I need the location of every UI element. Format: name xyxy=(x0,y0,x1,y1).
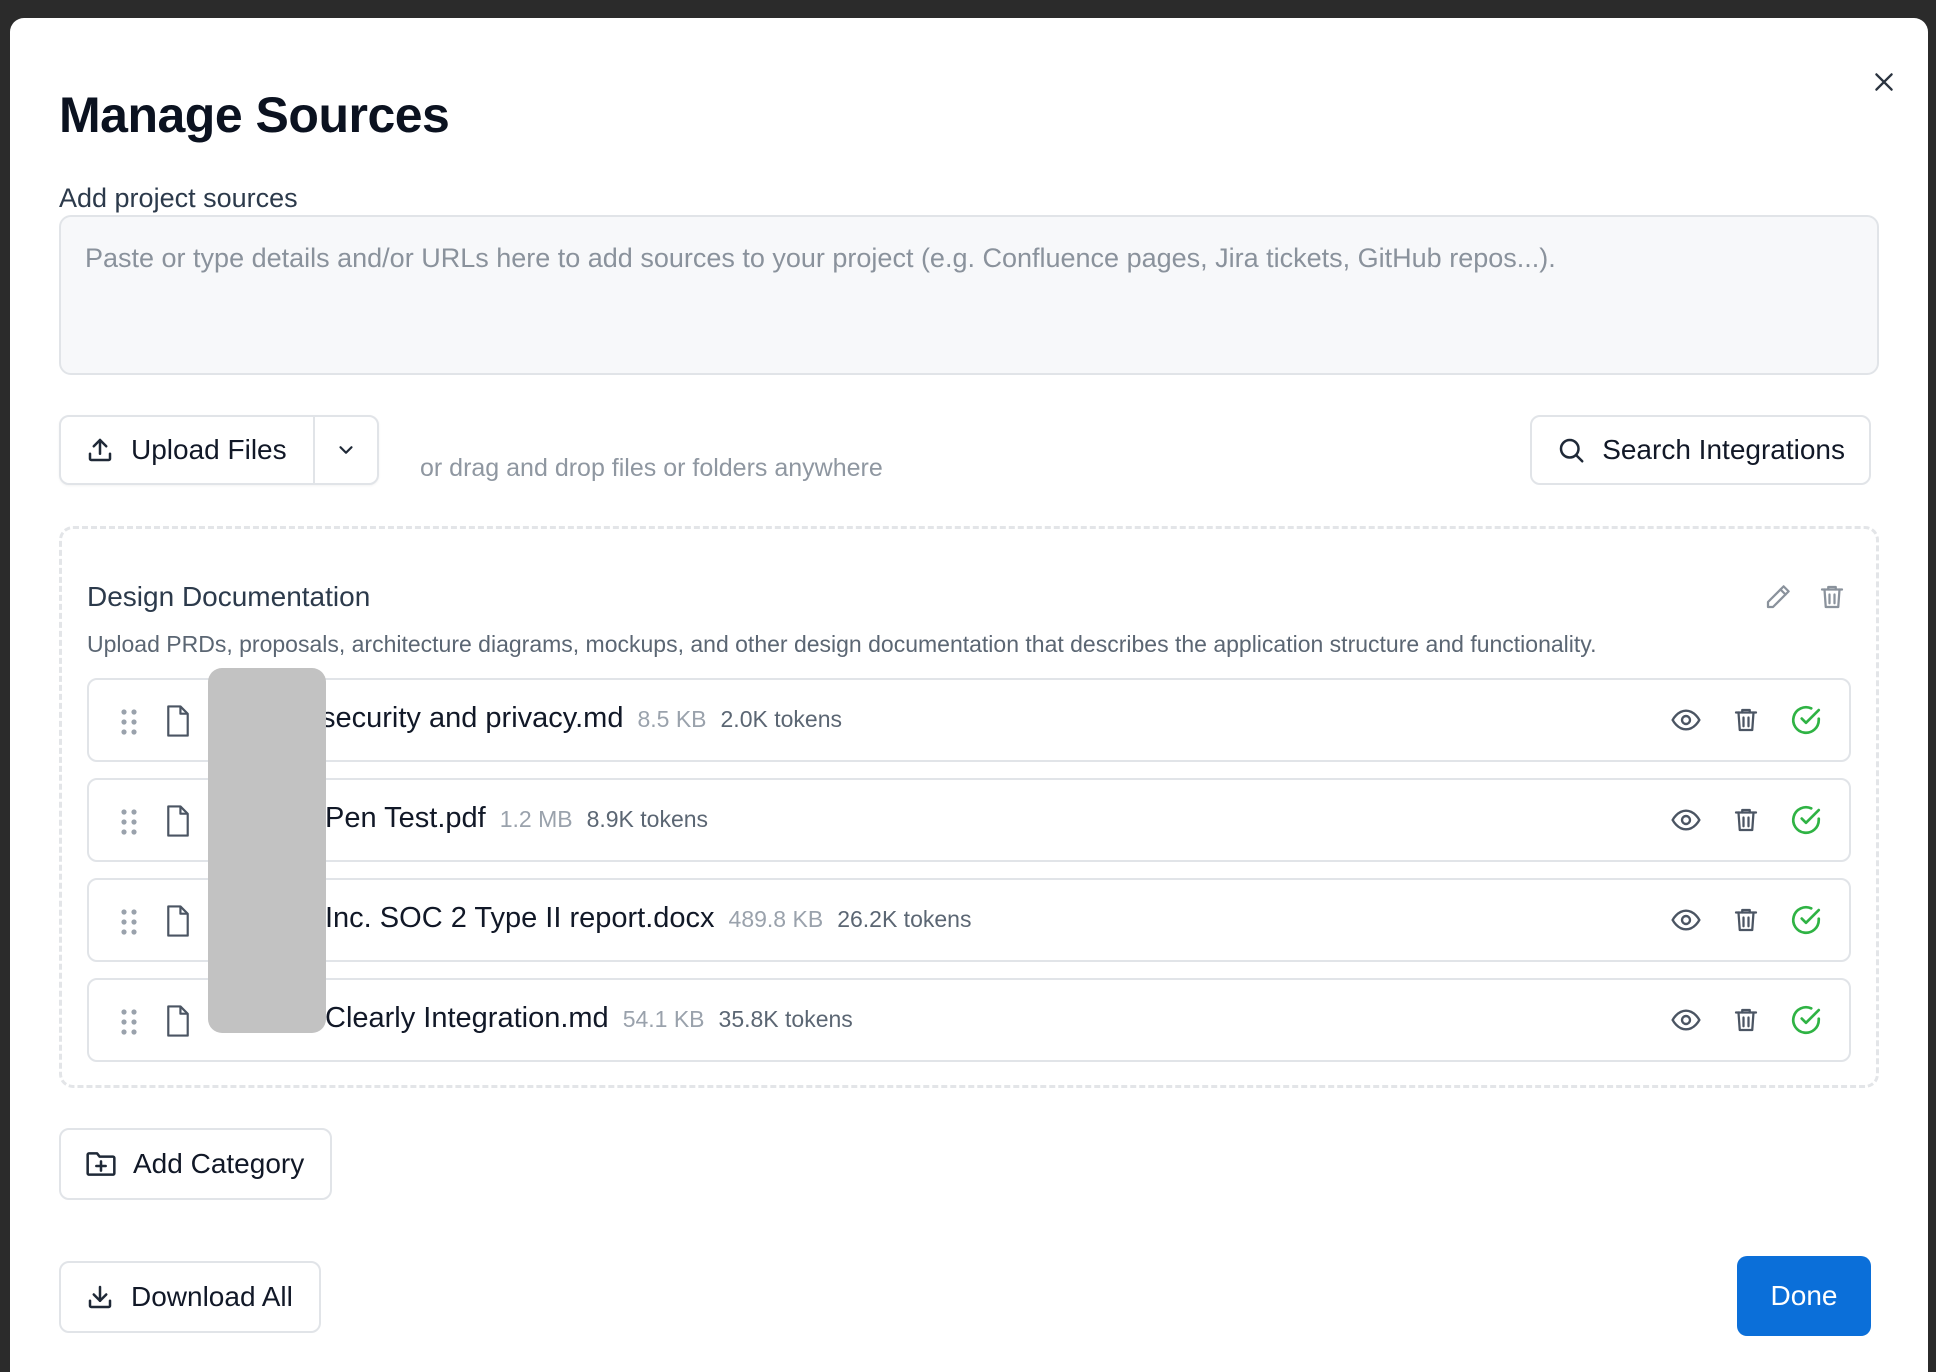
status-check-icon xyxy=(1787,800,1825,840)
file-name-container: security and privacy.md 8.5 KB 2.0K tokens xyxy=(321,702,842,735)
drag-handle-icon[interactable] xyxy=(119,908,139,936)
category-actions xyxy=(1760,579,1850,615)
eye-icon xyxy=(1671,1009,1701,1031)
search-integrations-button[interactable]: Search Integrations xyxy=(1530,415,1871,485)
category-description: Upload PRDs, proposals, architecture dia… xyxy=(87,631,1597,657)
search-integrations-label: Search Integrations xyxy=(1602,434,1845,465)
close-icon xyxy=(1875,73,1893,91)
delete-file-button[interactable] xyxy=(1727,700,1765,740)
sources-input[interactable] xyxy=(61,217,1877,373)
eye-icon xyxy=(1671,809,1701,831)
category-design-documentation: Design Documentation Upload PRDs, propos… xyxy=(59,526,1879,1088)
file-actions xyxy=(1667,700,1825,740)
add-category-button[interactable]: Add Category xyxy=(59,1128,333,1200)
delete-file-button[interactable] xyxy=(1727,1000,1765,1040)
status-check-icon xyxy=(1787,1000,1825,1040)
dialog-title: Manage Sources xyxy=(59,87,450,143)
file-actions xyxy=(1667,900,1825,940)
preview-file-button[interactable] xyxy=(1667,900,1705,940)
file-name-container: Pen Test.pdf 1.2 MB 8.9K tokens xyxy=(325,802,708,835)
preview-file-button[interactable] xyxy=(1667,1000,1705,1040)
trash-icon xyxy=(1734,908,1758,932)
category-title: Design Documentation xyxy=(87,581,371,612)
file-size: 1.2 MB xyxy=(499,806,573,832)
document-icon xyxy=(163,804,193,838)
chevron-down-icon xyxy=(339,446,353,454)
drag-handle-icon[interactable] xyxy=(119,708,139,736)
pencil-icon xyxy=(1766,585,1790,609)
download-all-button[interactable]: Download All xyxy=(59,1261,321,1333)
upload-files-label: Upload Files xyxy=(131,434,287,465)
sources-input-container xyxy=(59,215,1879,375)
trash-icon xyxy=(1820,585,1844,609)
file-row: security and privacy.md 8.5 KB 2.0K tokens xyxy=(87,678,1851,762)
file-tokens: 26.2K tokens xyxy=(837,906,972,932)
delete-file-button[interactable] xyxy=(1727,900,1765,940)
file-tokens: 8.9K tokens xyxy=(586,806,709,832)
sources-input-label: Add project sources xyxy=(59,183,298,213)
download-icon xyxy=(88,1285,112,1309)
preview-file-button[interactable] xyxy=(1667,700,1705,740)
delete-category-button[interactable] xyxy=(1814,579,1850,615)
document-icon xyxy=(163,904,193,938)
document-icon xyxy=(163,704,193,738)
upload-files-split-button: Upload Files xyxy=(59,415,379,485)
file-name-container: Clearly Integration.md 54.1 KB 35.8K token… xyxy=(325,1002,853,1035)
file-actions xyxy=(1667,800,1825,840)
file-name[interactable]: Inc. SOC 2 Type II report.docx xyxy=(325,902,715,934)
file-size: 54.1 KB xyxy=(622,1006,705,1032)
file-name[interactable]: Clearly Integration.md xyxy=(325,1002,609,1034)
preview-file-button[interactable] xyxy=(1667,800,1705,840)
file-size: 8.5 KB xyxy=(637,706,707,732)
eye-icon xyxy=(1671,909,1701,931)
file-list: security and privacy.md 8.5 KB 2.0K tokens xyxy=(87,678,1851,1078)
delete-file-button[interactable] xyxy=(1727,800,1765,840)
done-button[interactable]: Done xyxy=(1737,1256,1871,1336)
upload-files-button[interactable]: Upload Files xyxy=(61,417,315,483)
drag-handle-icon[interactable] xyxy=(119,1008,139,1036)
close-button[interactable] xyxy=(1864,62,1904,102)
status-check-icon xyxy=(1787,900,1825,940)
file-row: Clearly Integration.md 54.1 KB 35.8K token… xyxy=(87,978,1851,1062)
file-name-container: Inc. SOC 2 Type II report.docx 489.8 KB 26… xyxy=(325,902,971,935)
drag-drop-hint: or drag and drop files or folders anywhe… xyxy=(420,454,883,482)
status-check-icon xyxy=(1787,700,1825,740)
eye-icon xyxy=(1671,709,1701,731)
file-name[interactable]: security and privacy.md xyxy=(321,702,623,734)
file-tokens: 35.8K tokens xyxy=(718,1006,853,1032)
file-tokens: 2.0K tokens xyxy=(720,706,842,732)
file-size: 489.8 KB xyxy=(728,906,824,932)
upload-icon xyxy=(88,438,112,462)
trash-icon xyxy=(1734,1008,1758,1032)
trash-icon xyxy=(1734,808,1758,832)
folder-plus-icon xyxy=(86,1152,116,1176)
drag-handle-icon[interactable] xyxy=(119,808,139,836)
document-icon xyxy=(163,1004,193,1038)
file-actions xyxy=(1667,1000,1825,1040)
file-name[interactable]: Pen Test.pdf xyxy=(325,802,486,834)
add-category-label: Add Category xyxy=(133,1148,305,1179)
trash-icon xyxy=(1734,708,1758,732)
edit-category-button[interactable] xyxy=(1760,579,1796,615)
upload-options-dropdown[interactable] xyxy=(315,417,377,483)
search-icon xyxy=(1559,438,1584,463)
file-row: Pen Test.pdf 1.2 MB 8.9K tokens xyxy=(87,778,1851,862)
download-all-label: Download All xyxy=(131,1281,293,1312)
redacted-region xyxy=(208,668,326,1033)
file-row: Inc. SOC 2 Type II report.docx 489.8 KB 26… xyxy=(87,878,1851,962)
